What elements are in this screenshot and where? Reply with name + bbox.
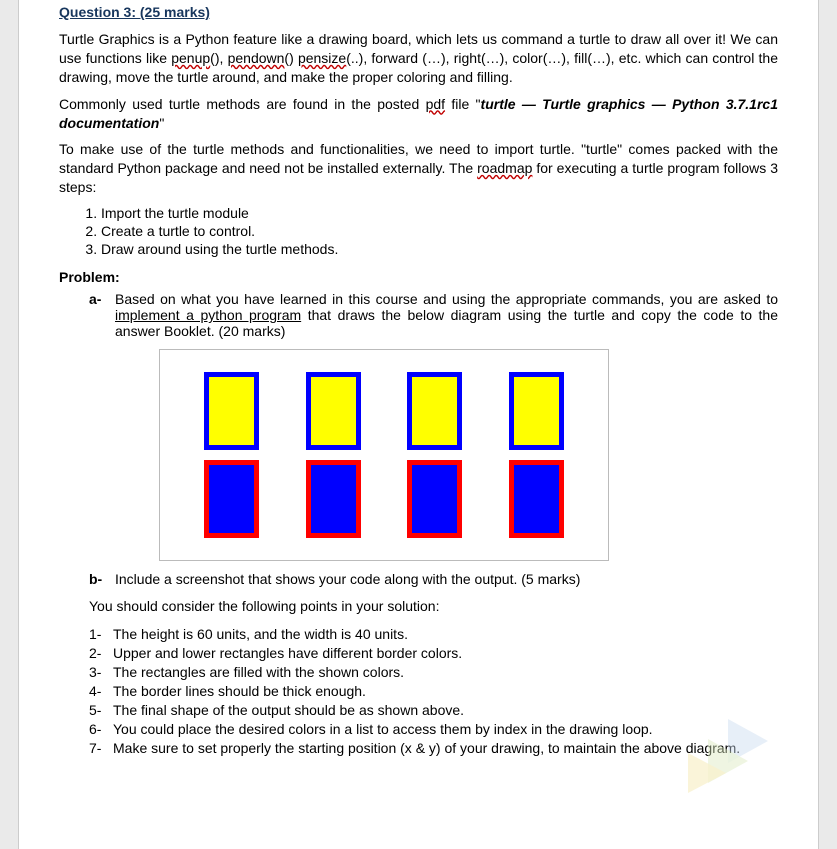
problem-item-b: b- Include a screenshot that shows your …	[89, 571, 778, 587]
list-item: 6-You could place the desired colors in …	[89, 721, 768, 737]
document-page: Question 3: (25 marks) Turtle Graphics i…	[18, 0, 819, 849]
list-item: 7-Make sure to set properly the starting…	[89, 740, 768, 756]
item-text: Include a screenshot that shows your cod…	[115, 571, 778, 587]
blue-rect	[306, 460, 361, 538]
text: (),	[210, 50, 227, 66]
list-item: 2-Upper and lower rectangles have differ…	[89, 645, 768, 661]
text: The final shape of the output should be …	[113, 702, 768, 718]
text: ()	[284, 50, 298, 66]
item-marker: b-	[89, 571, 107, 587]
text: The height is 60 units, and the width is…	[113, 626, 768, 642]
diagram-wrap	[159, 349, 778, 561]
yellow-rect	[509, 372, 564, 450]
text: The border lines should be thick enough.	[113, 683, 768, 699]
notes-intro: You should consider the following points…	[89, 597, 778, 616]
num: 3-	[89, 664, 113, 680]
paragraph-roadmap: To make use of the turtle methods and fu…	[59, 140, 778, 197]
list-item: Create a turtle to control.	[101, 223, 778, 239]
item-text: Based on what you have learned in this c…	[115, 291, 778, 339]
text: You could place the desired colors in a …	[113, 721, 768, 737]
num: 6-	[89, 721, 113, 737]
list-item: Draw around using the turtle methods.	[101, 241, 778, 257]
num: 2-	[89, 645, 113, 661]
text: Upper and lower rectangles have differen…	[113, 645, 768, 661]
text: The rectangles are filled with the shown…	[113, 664, 768, 680]
notes-list: 1-The height is 60 units, and the width …	[89, 626, 768, 756]
paragraph-intro: Turtle Graphics is a Python feature like…	[59, 30, 778, 87]
list-item: 5-The final shape of the output should b…	[89, 702, 768, 718]
yellow-rect	[306, 372, 361, 450]
list-item: 3-The rectangles are filled with the sho…	[89, 664, 768, 680]
list-item: 1-The height is 60 units, and the width …	[89, 626, 768, 642]
item-marker: a-	[89, 291, 107, 339]
text: "	[159, 115, 164, 131]
problem-label: Problem:	[59, 269, 778, 285]
yellow-rect	[407, 372, 462, 450]
diagram-bottom-row	[204, 460, 564, 538]
underlined-phrase: implement a python program	[115, 307, 301, 323]
yellow-rect	[204, 372, 259, 450]
spelling-squiggle: pensize	[298, 50, 346, 66]
text: Based on what you have learned in this c…	[115, 291, 778, 307]
list-item: 4-The border lines should be thick enoug…	[89, 683, 768, 699]
num: 5-	[89, 702, 113, 718]
spelling-squiggle: roadmap	[477, 160, 532, 176]
num: 1-	[89, 626, 113, 642]
steps-list: Import the turtle module Create a turtle…	[101, 205, 778, 257]
text: Commonly used turtle methods are found i…	[59, 96, 426, 112]
blue-rect	[407, 460, 462, 538]
num: 4-	[89, 683, 113, 699]
text: Make sure to set properly the starting p…	[113, 740, 768, 756]
text: file "	[445, 96, 481, 112]
paragraph-docs: Commonly used turtle methods are found i…	[59, 95, 778, 133]
spelling-squiggle: penup	[171, 50, 210, 66]
spelling-squiggle: pendown	[228, 50, 285, 66]
blue-rect	[204, 460, 259, 538]
diagram-top-row	[204, 372, 564, 450]
list-item: Import the turtle module	[101, 205, 778, 221]
problem-item-a: a- Based on what you have learned in thi…	[89, 291, 778, 339]
spelling-squiggle: pdf	[426, 96, 445, 112]
turtle-diagram	[159, 349, 609, 561]
blue-rect	[509, 460, 564, 538]
question-heading: Question 3: (25 marks)	[59, 4, 778, 20]
num: 7-	[89, 740, 113, 756]
